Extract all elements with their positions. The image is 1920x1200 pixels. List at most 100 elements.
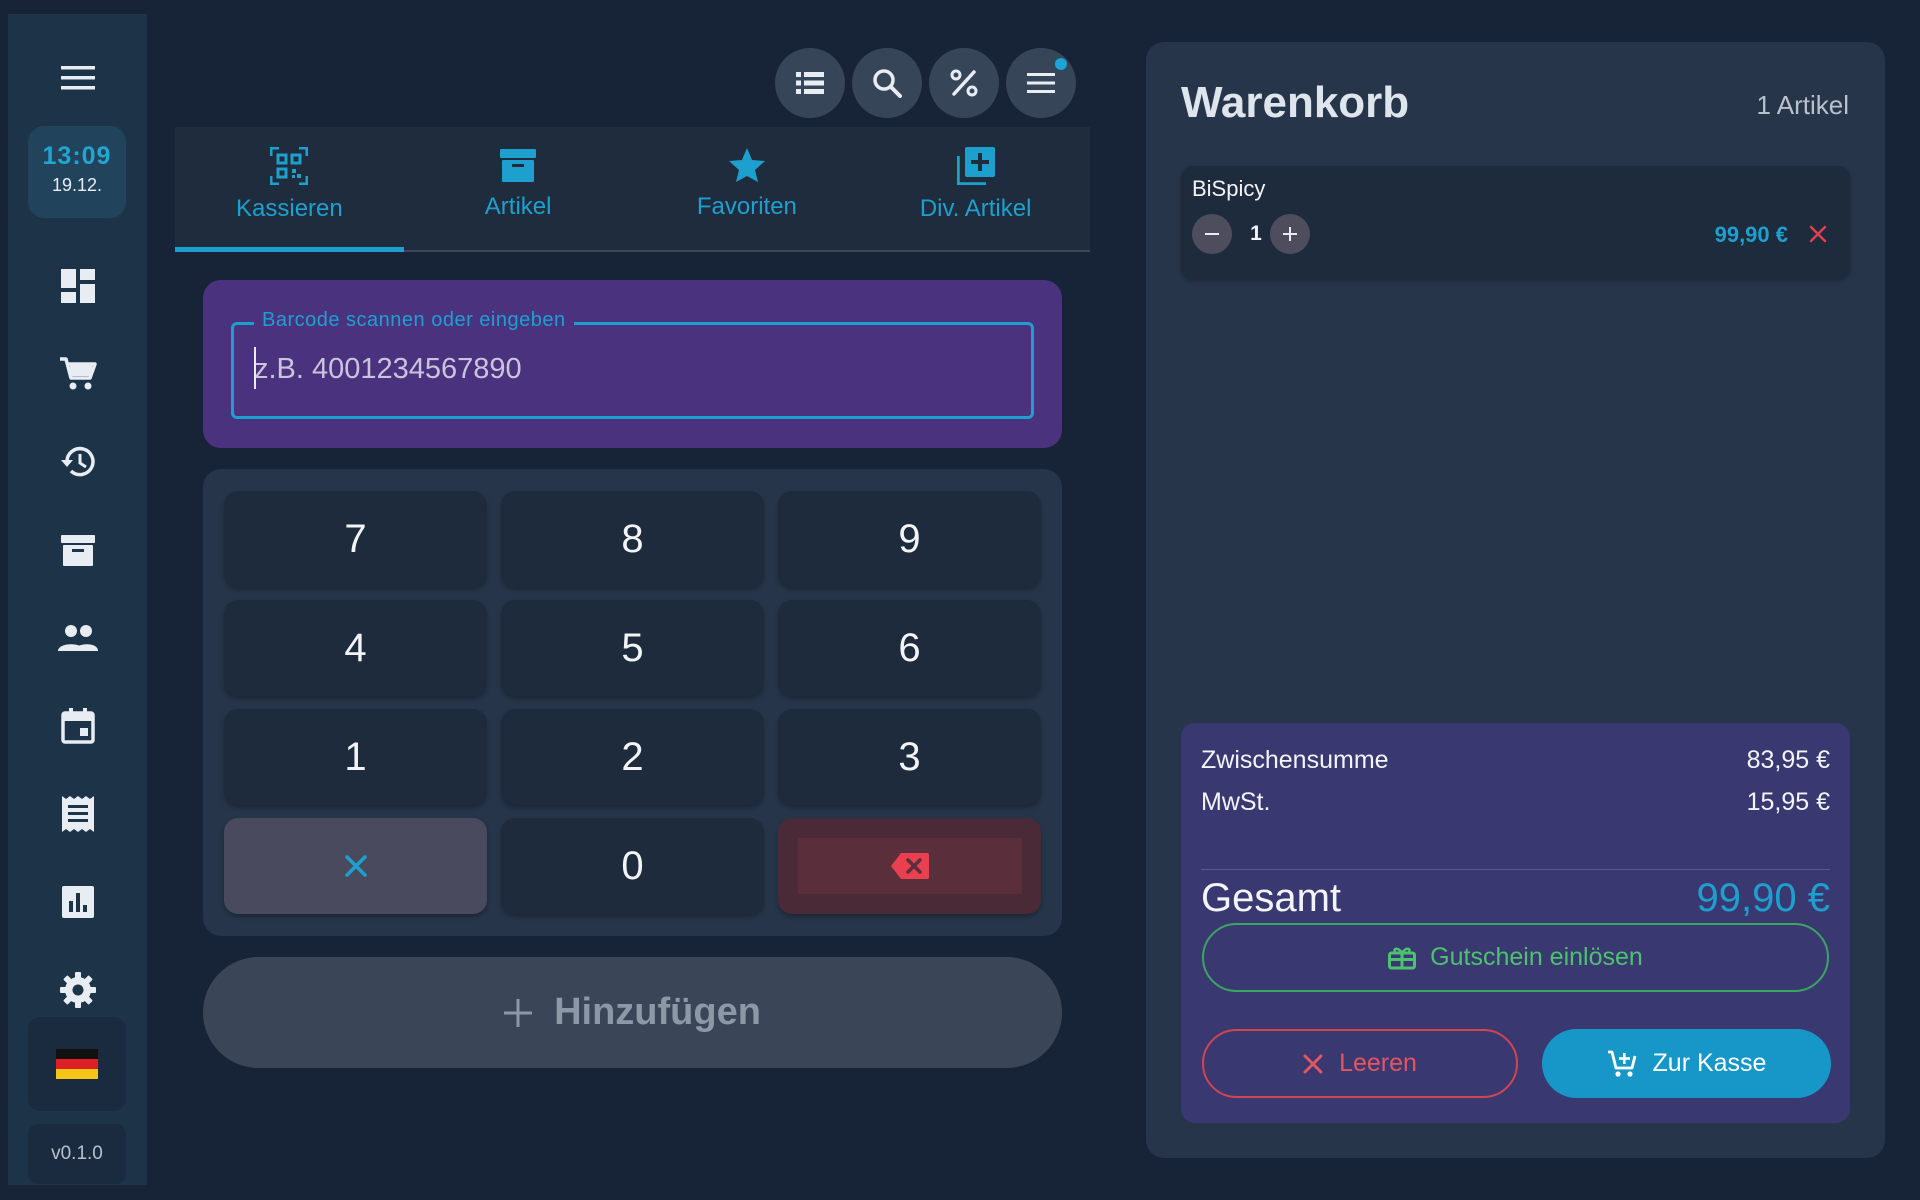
subtotal-label: Zwischensumme (1201, 746, 1389, 774)
app-version: v0.1.0 (28, 1124, 126, 1184)
key-5[interactable]: 5 (501, 600, 764, 696)
cart-item-name: BiSpicy (1192, 176, 1266, 201)
cart-item: BiSpicy 1 99,90 € (1181, 166, 1850, 279)
dashboard-icon (60, 269, 95, 303)
sidebar-item-archive[interactable] (8, 520, 147, 580)
history-icon (59, 445, 97, 479)
checkout-button[interactable]: Zur Kasse (1542, 1029, 1831, 1098)
gift-card-icon (1388, 946, 1417, 970)
discount-button[interactable] (929, 48, 999, 118)
cart-item-quantity: 1 (1250, 222, 1262, 245)
cart-item-price: 99,90 € (1714, 222, 1788, 247)
close-icon (344, 855, 367, 877)
list-view-button[interactable] (775, 48, 845, 118)
divider (1201, 869, 1830, 870)
qr-scan-icon (270, 147, 309, 185)
key-8[interactable]: 8 (501, 491, 764, 587)
tab-kassieren[interactable]: Kassieren (175, 127, 404, 252)
tab-label: Artikel (484, 193, 552, 220)
people-icon (57, 623, 98, 653)
key-6[interactable]: 6 (778, 600, 1041, 696)
cart-item-count: 1 Artikel (1756, 90, 1850, 120)
german-flag-icon (56, 1049, 98, 1079)
archive-box-icon (500, 147, 537, 183)
tax-label: MwSt. (1201, 788, 1271, 816)
remove-item-icon[interactable] (1808, 224, 1828, 244)
hamburger-menu-icon (60, 65, 95, 91)
sidebar-item-customers[interactable] (8, 608, 147, 668)
clock-widget: 13:09 19.12. (28, 126, 126, 218)
shopping-cart-icon (59, 356, 97, 392)
minus-icon (1205, 227, 1219, 241)
increase-quantity-button[interactable] (1270, 214, 1310, 254)
clock-date: 19.12. (51, 175, 103, 195)
tab-favoriten[interactable]: Favoriten (633, 127, 862, 250)
cart-summary: Zwischensumme 83,95 € MwSt. 15,95 € Gesa… (1181, 723, 1850, 1123)
add-button-label: Hinzufügen (554, 991, 761, 1033)
key-7[interactable]: 7 (224, 491, 487, 587)
clock-time: 13:09 (42, 142, 112, 170)
decrease-quantity-button[interactable] (1192, 214, 1232, 254)
subtotal-row: Zwischensumme 83,95 € (1201, 746, 1830, 775)
mode-tabs: Kassieren Artikel Favoriten Div. Artikel (175, 127, 1090, 252)
tax-value: 15,95 € (1746, 788, 1830, 816)
backspace-area (797, 838, 1022, 894)
key-1[interactable]: 1 (224, 709, 487, 805)
plus-icon (1283, 227, 1297, 241)
list-icon (796, 71, 824, 95)
key-0[interactable]: 0 (501, 818, 764, 914)
sidebar-item-dashboard[interactable] (8, 256, 147, 316)
cart-panel: Warenkorb 1 Artikel BiSpicy 1 99,90 € Zw… (1146, 42, 1885, 1158)
tab-label: Favoriten (696, 193, 797, 220)
key-3[interactable]: 3 (778, 709, 1041, 805)
total-label: Gesamt (1201, 876, 1342, 920)
language-switcher[interactable] (28, 1017, 126, 1111)
cart-title: Warenkorb (1181, 78, 1410, 127)
barcode-field[interactable]: Barcode scannen oder eingeben (231, 309, 1034, 419)
archive-icon (60, 533, 95, 567)
sidebar-item-receipts[interactable] (8, 784, 147, 844)
barcode-input[interactable] (252, 347, 1012, 391)
subtotal-value: 83,95 € (1746, 746, 1830, 774)
barcode-label: Barcode scannen oder eingeben (254, 309, 574, 332)
checkout-label: Zur Kasse (1652, 1049, 1767, 1077)
sidebar-item-history[interactable] (8, 432, 147, 492)
search-button[interactable] (852, 48, 922, 118)
search-icon (872, 68, 902, 98)
backspace-icon (890, 853, 929, 879)
key-2[interactable]: 2 (501, 709, 764, 805)
barcode-card: Barcode scannen oder eingeben (203, 280, 1062, 448)
close-icon (1303, 1054, 1323, 1074)
total-row: Gesamt 99,90 € (1201, 876, 1830, 921)
clear-cart-button[interactable]: Leeren (1202, 1029, 1518, 1098)
sidebar-item-reports[interactable] (8, 872, 147, 932)
sidebar: 13:09 19.12. v0.1.0 (8, 14, 147, 1185)
tab-label: Div. Artikel (919, 195, 1032, 222)
key-9[interactable]: 9 (778, 491, 1041, 587)
key-clear[interactable] (224, 818, 487, 914)
numeric-keypad: 7 8 9 4 5 6 1 2 3 0 (203, 469, 1062, 936)
redeem-voucher-button[interactable]: Gutschein einlösen (1202, 923, 1829, 992)
tax-row: MwSt. 15,95 € (1201, 788, 1830, 817)
menu-button[interactable] (8, 48, 147, 108)
sidebar-item-cart[interactable] (8, 344, 147, 404)
more-menu-button[interactable] (1006, 48, 1076, 118)
gear-icon (59, 972, 96, 1008)
tab-div-artikel[interactable]: Div. Artikel (861, 127, 1090, 250)
menu-icon (1027, 72, 1055, 94)
tab-label: Kassieren (236, 195, 343, 222)
key-backspace[interactable] (778, 818, 1041, 914)
sidebar-item-settings[interactable] (8, 960, 147, 1020)
add-button[interactable]: Hinzufügen (203, 957, 1062, 1068)
sidebar-item-calendar[interactable] (8, 696, 147, 756)
star-icon (728, 147, 766, 183)
voucher-label: Gutschein einlösen (1430, 943, 1643, 971)
add-box-icon (956, 147, 995, 185)
receipt-icon (61, 796, 94, 832)
tab-artikel[interactable]: Artikel (404, 127, 633, 250)
key-4[interactable]: 4 (224, 600, 487, 696)
plus-icon (504, 998, 533, 1027)
bar-chart-icon (61, 886, 94, 918)
notification-dot (1055, 58, 1067, 70)
text-caret (254, 347, 256, 389)
